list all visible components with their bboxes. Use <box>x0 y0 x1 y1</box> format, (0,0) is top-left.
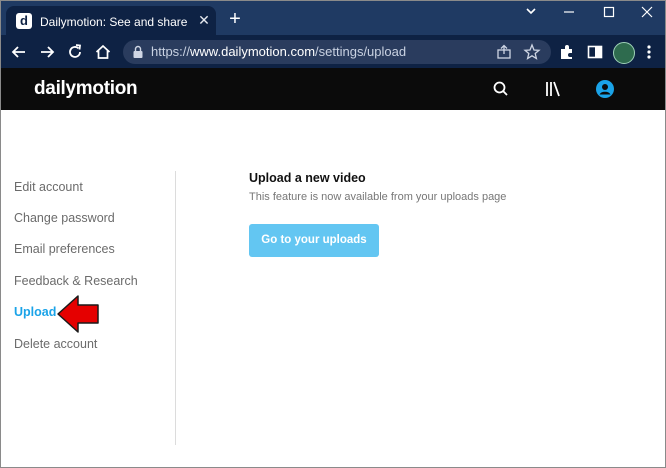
profile-avatar-icon[interactable] <box>613 42 635 64</box>
minimize-icon[interactable] <box>557 3 581 21</box>
url-scheme: https:// <box>151 44 191 59</box>
back-arrow-icon[interactable] <box>9 42 29 62</box>
url-host: www.dailymotion.com <box>190 44 316 59</box>
side-panel-icon[interactable] <box>585 42 605 62</box>
maximize-icon[interactable] <box>597 3 621 21</box>
page-subtitle: This feature is now available from your … <box>249 191 507 203</box>
dailymotion-logo[interactable]: dailymotion <box>34 78 138 100</box>
dailymotion-favicon-icon: d <box>16 13 32 29</box>
browser-tab[interactable]: d Dailymotion: See and share the in ✕ <box>6 6 216 35</box>
browser-window: d Dailymotion: See and share the in ✕ + <box>0 0 666 468</box>
address-bar[interactable]: https://www.dailymotion.com/settings/upl… <box>123 40 551 64</box>
browser-menu-icon[interactable] <box>639 42 659 62</box>
account-icon[interactable] <box>595 79 615 99</box>
tab-close-icon[interactable]: ✕ <box>196 12 212 28</box>
red-arrow-annotation-icon <box>56 294 100 334</box>
new-tab-button[interactable]: + <box>225 9 245 29</box>
url-path: /settings/upload <box>315 44 407 59</box>
sidebar-divider <box>175 171 176 445</box>
sidebar-item-edit-account[interactable]: Edit account <box>14 178 83 196</box>
tab-title: Dailymotion: See and share the in <box>40 15 190 29</box>
lock-icon[interactable] <box>132 45 144 59</box>
search-icon[interactable] <box>491 79 511 99</box>
reload-icon[interactable] <box>65 42 85 62</box>
site-header: dailymotion <box>1 68 665 110</box>
sidebar-item-feedback-research[interactable]: Feedback & Research <box>14 272 138 290</box>
sidebar-item-delete-account[interactable]: Delete account <box>14 335 97 353</box>
url-text[interactable]: https://www.dailymotion.com/settings/upl… <box>151 44 406 60</box>
library-icon[interactable] <box>543 79 563 99</box>
extensions-puzzle-icon[interactable] <box>557 42 577 62</box>
sidebar-item-email-preferences[interactable]: Email preferences <box>14 240 115 258</box>
sidebar-item-upload[interactable]: Upload <box>14 303 56 321</box>
close-window-icon[interactable] <box>635 3 659 21</box>
forward-arrow-icon[interactable] <box>37 42 57 62</box>
go-to-uploads-button[interactable]: Go to your uploads <box>249 224 379 257</box>
share-icon[interactable] <box>495 43 513 61</box>
browser-toolbar: https://www.dailymotion.com/settings/upl… <box>1 35 665 68</box>
tab-bar: d Dailymotion: See and share the in ✕ + <box>1 1 665 35</box>
sidebar-item-change-password[interactable]: Change password <box>14 209 115 227</box>
tab-search-icon[interactable] <box>519 3 543 21</box>
home-icon[interactable] <box>93 42 113 62</box>
bookmark-star-icon[interactable] <box>523 43 541 61</box>
page-title: Upload a new video <box>249 171 366 185</box>
